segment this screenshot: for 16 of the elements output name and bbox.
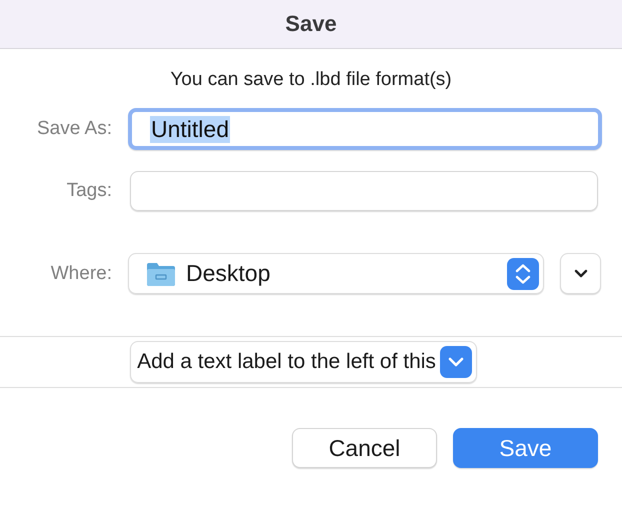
save-button[interactable]: Save: [453, 428, 598, 468]
filename-field[interactable]: Untitled: [128, 108, 602, 150]
folder-icon: [146, 260, 176, 286]
up-down-chevron-icon: [507, 258, 539, 290]
tags-field[interactable]: [130, 171, 598, 211]
cancel-button[interactable]: Cancel: [292, 428, 437, 468]
format-dropdown[interactable]: Add a text label to the left of this: [130, 341, 477, 383]
format-message: You can save to .lbd file format(s): [170, 69, 452, 90]
field-label: Save As:: [36, 118, 112, 140]
expand-button[interactable]: [560, 253, 601, 294]
chevron-down-icon: [440, 346, 472, 378]
window-title: Save: [285, 11, 337, 37]
field-label: Where:: [50, 262, 112, 284]
field-label: Tags:: [66, 180, 112, 202]
location-dropdown[interactable]: Desktop: [128, 253, 544, 294]
chevron-down-icon: [574, 268, 588, 278]
